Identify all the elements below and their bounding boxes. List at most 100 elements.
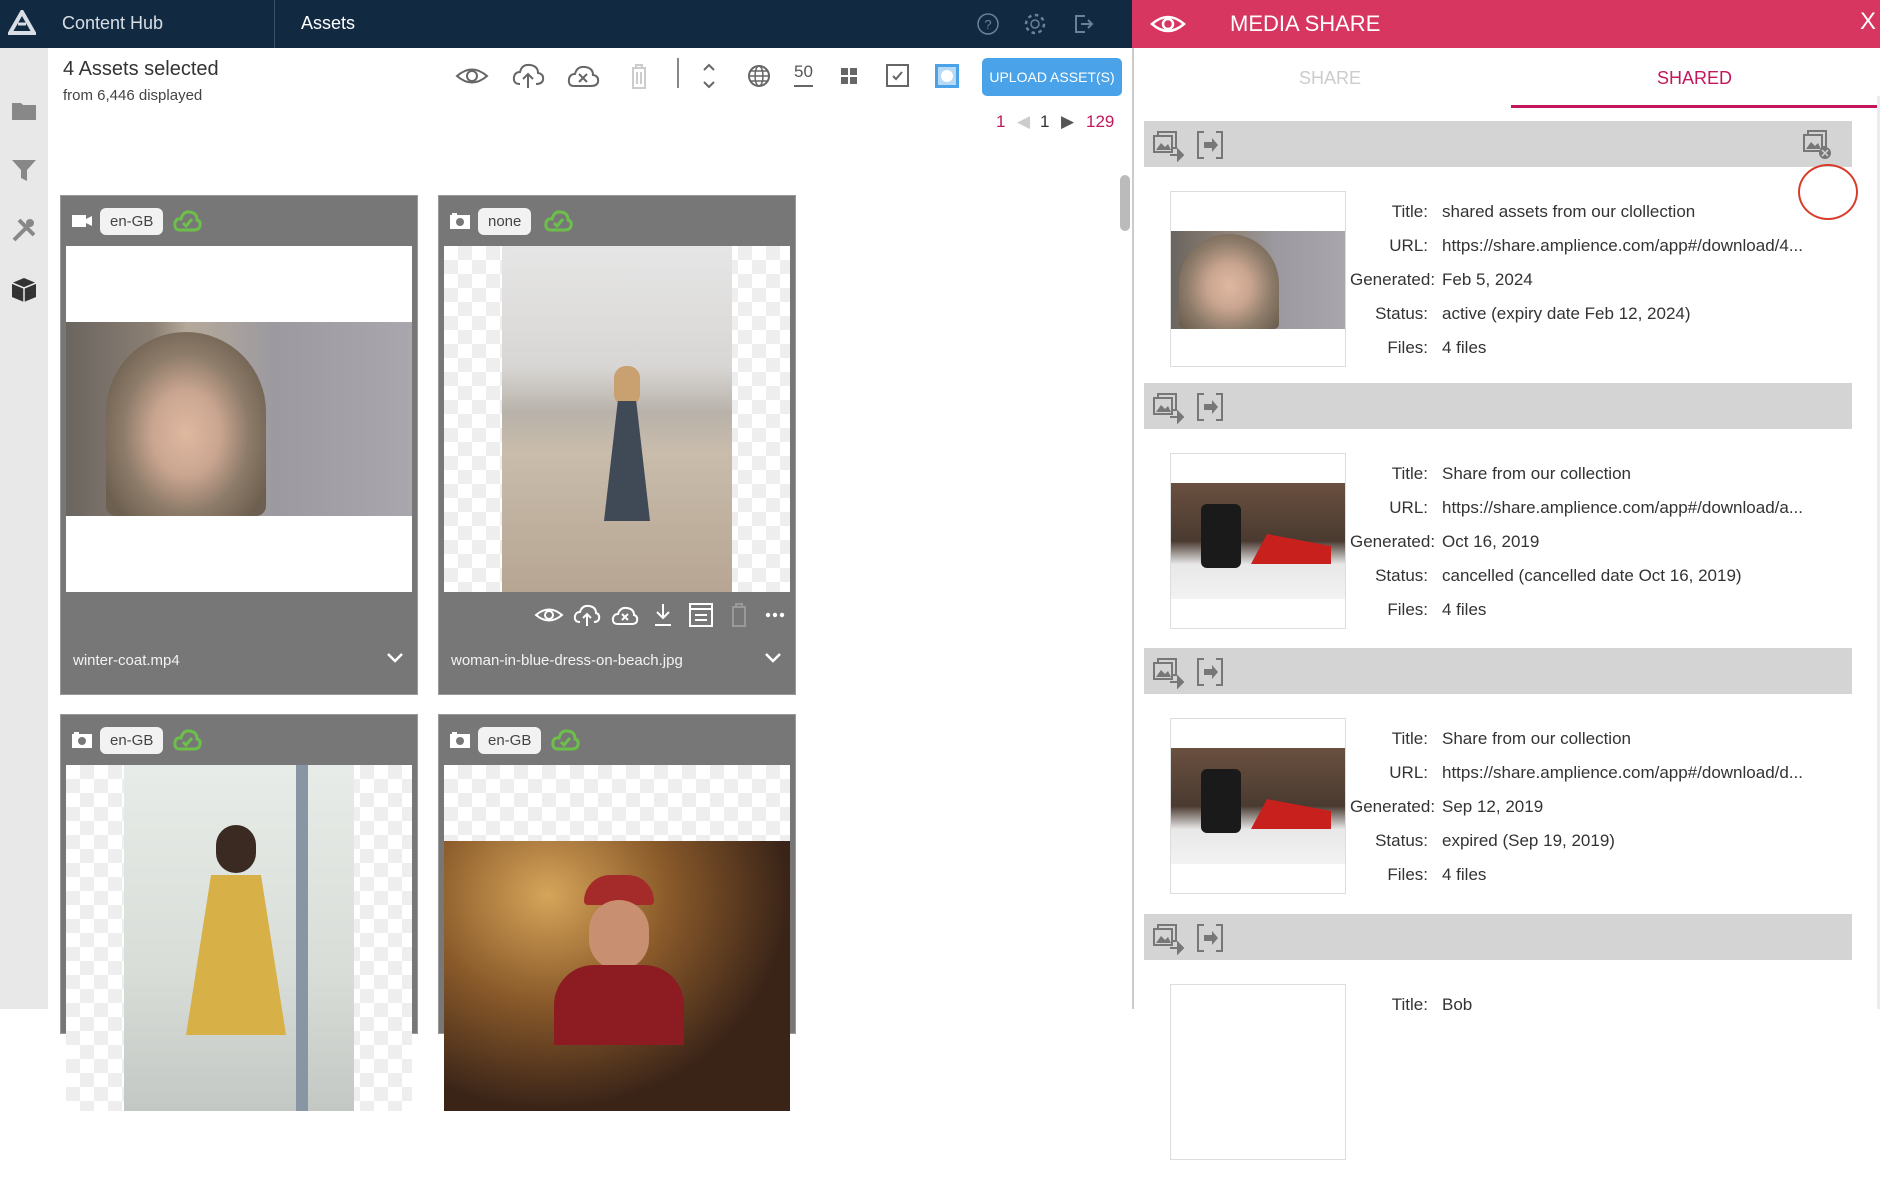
download-icon[interactable]: [648, 601, 678, 629]
title-label: Title:: [1391, 464, 1428, 483]
delete-button[interactable]: [622, 60, 656, 92]
cloud-cancel-icon[interactable]: [610, 601, 640, 629]
displayed-count: from 6,446 displayed: [63, 87, 203, 104]
select-button[interactable]: [880, 60, 914, 92]
share-thumbnail: [1170, 453, 1346, 629]
published-cloud-icon: [551, 729, 580, 751]
title-label: Title:: [1391, 202, 1428, 221]
locale-button[interactable]: [742, 60, 776, 92]
amplience-logo-icon[interactable]: [8, 10, 36, 36]
share-action-bar: [1144, 648, 1852, 694]
unpublish-button[interactable]: [566, 60, 600, 92]
asset-thumbnail[interactable]: [444, 765, 790, 1111]
share-images-icon[interactable]: [1152, 390, 1184, 424]
asset-thumbnail[interactable]: [444, 246, 790, 592]
share-url[interactable]: https://share.amplience.com/app#/downloa…: [1442, 763, 1803, 783]
published-cloud-icon: [173, 210, 202, 232]
share-details: Title: shared assets from our clollection…: [1350, 195, 1803, 365]
chevron-down-icon[interactable]: [763, 651, 783, 665]
share-url[interactable]: https://share.amplience.com/app#/downloa…: [1442, 498, 1803, 518]
app-title[interactable]: Content Hub: [62, 13, 163, 34]
folder-icon[interactable]: [9, 96, 39, 126]
share-item: Title: Share from our collection URL: http…: [1144, 718, 1852, 932]
share-generated: Feb 5, 2024: [1442, 270, 1533, 289]
publish-button[interactable]: [511, 60, 545, 92]
asset-card[interactable]: en-GB: [60, 714, 418, 1111]
current-page: 1: [1040, 112, 1050, 131]
scrollbar[interactable]: [1120, 175, 1130, 231]
eye-icon[interactable]: [534, 601, 564, 629]
properties-icon[interactable]: [686, 601, 716, 629]
toolbar-divider: [677, 58, 679, 88]
share-item: Title: Share from our collection URL: http…: [1144, 453, 1852, 667]
title-label: Title:: [1391, 995, 1428, 1014]
trash-icon[interactable]: [724, 601, 754, 629]
page-size-selector[interactable]: 50: [794, 62, 813, 87]
upload-assets-button[interactable]: UPLOAD ASSET(S): [982, 58, 1122, 96]
tab-shared[interactable]: SHARED: [1657, 68, 1732, 89]
reshare-icon[interactable]: [1194, 655, 1226, 689]
last-page-link[interactable]: 129: [1086, 112, 1114, 132]
active-tab-indicator: [1511, 105, 1879, 108]
logout-icon[interactable]: [1070, 11, 1096, 37]
close-button[interactable]: X: [1860, 8, 1876, 36]
files-label: Files:: [1387, 865, 1428, 884]
url-label: URL:: [1389, 763, 1428, 782]
select-all-button[interactable]: [930, 60, 964, 92]
asset-card[interactable]: none woman-in-blue-dress-on-beach.jpg: [438, 195, 796, 695]
next-page-icon[interactable]: ▶: [1061, 112, 1074, 132]
settings-icon[interactable]: [1022, 11, 1048, 37]
files-label: Files:: [1387, 600, 1428, 619]
grid-view-button[interactable]: [832, 60, 866, 92]
reshare-icon[interactable]: [1194, 921, 1226, 955]
remove-share-button[interactable]: [1800, 127, 1834, 161]
share-title: shared assets from our clollection: [1442, 202, 1696, 221]
reshare-icon[interactable]: [1194, 128, 1226, 162]
section-title[interactable]: Assets: [301, 13, 355, 34]
share-files: 4 files: [1442, 600, 1487, 619]
share-title: Share from our collection: [1442, 464, 1631, 483]
preview-button[interactable]: [455, 60, 489, 92]
chevron-down-icon[interactable]: [385, 651, 405, 665]
card-header: en-GB: [61, 715, 417, 765]
share-images-icon[interactable]: [1152, 655, 1184, 689]
filter-icon[interactable]: [9, 155, 39, 185]
asset-card[interactable]: en-GB: [438, 714, 796, 1111]
cloud-cancel-icon: [567, 65, 600, 87]
share-status: active (expiry date Feb 12, 2024): [1442, 304, 1691, 323]
share-thumbnail: [1170, 718, 1346, 894]
asset-filename[interactable]: woman-in-blue-dress-on-beach.jpg: [451, 652, 683, 669]
tab-share[interactable]: SHARE: [1299, 68, 1361, 89]
card-header: en-GB: [439, 715, 795, 765]
share-title: Bob: [1442, 995, 1473, 1014]
sort-button[interactable]: [692, 60, 726, 92]
locale-badge: en-GB: [100, 727, 164, 754]
prev-page-icon[interactable]: ◀: [1017, 112, 1030, 132]
cloud-upload-icon[interactable]: [572, 601, 602, 629]
share-files: 4 files: [1442, 865, 1487, 884]
share-images-icon[interactable]: [1152, 128, 1184, 162]
panel-title: MEDIA SHARE: [1230, 11, 1381, 36]
reshare-icon[interactable]: [1194, 390, 1226, 424]
package-icon[interactable]: [9, 275, 39, 305]
asset-thumbnail[interactable]: [66, 246, 412, 592]
locale-badge: none: [478, 208, 532, 235]
camera-icon: [72, 732, 92, 748]
first-page-link[interactable]: 1: [996, 112, 1005, 132]
asset-card[interactable]: en-GB winter-coat.mp4: [60, 195, 418, 695]
more-options-icon[interactable]: [760, 601, 790, 629]
share-url[interactable]: https://share.amplience.com/app#/downloa…: [1442, 236, 1803, 256]
asset-filename[interactable]: winter-coat.mp4: [73, 652, 180, 669]
tools-icon[interactable]: [9, 215, 39, 245]
help-icon[interactable]: ?: [975, 11, 1001, 37]
locale-badge: en-GB: [100, 208, 164, 235]
cloud-upload-icon: [512, 63, 545, 88]
share-images-icon[interactable]: [1152, 921, 1184, 955]
media-share-panel: SHARE SHARED Title: shared assets from ou…: [1132, 48, 1880, 1160]
checkbox-icon: [886, 64, 909, 87]
asset-thumbnail[interactable]: [66, 765, 412, 1111]
selection-info: 4 Assets selected from 6,446 displayed: [63, 58, 219, 104]
card-header: en-GB: [61, 196, 417, 246]
remove-share-icon: [1803, 130, 1831, 159]
svg-text:?: ?: [984, 17, 991, 32]
